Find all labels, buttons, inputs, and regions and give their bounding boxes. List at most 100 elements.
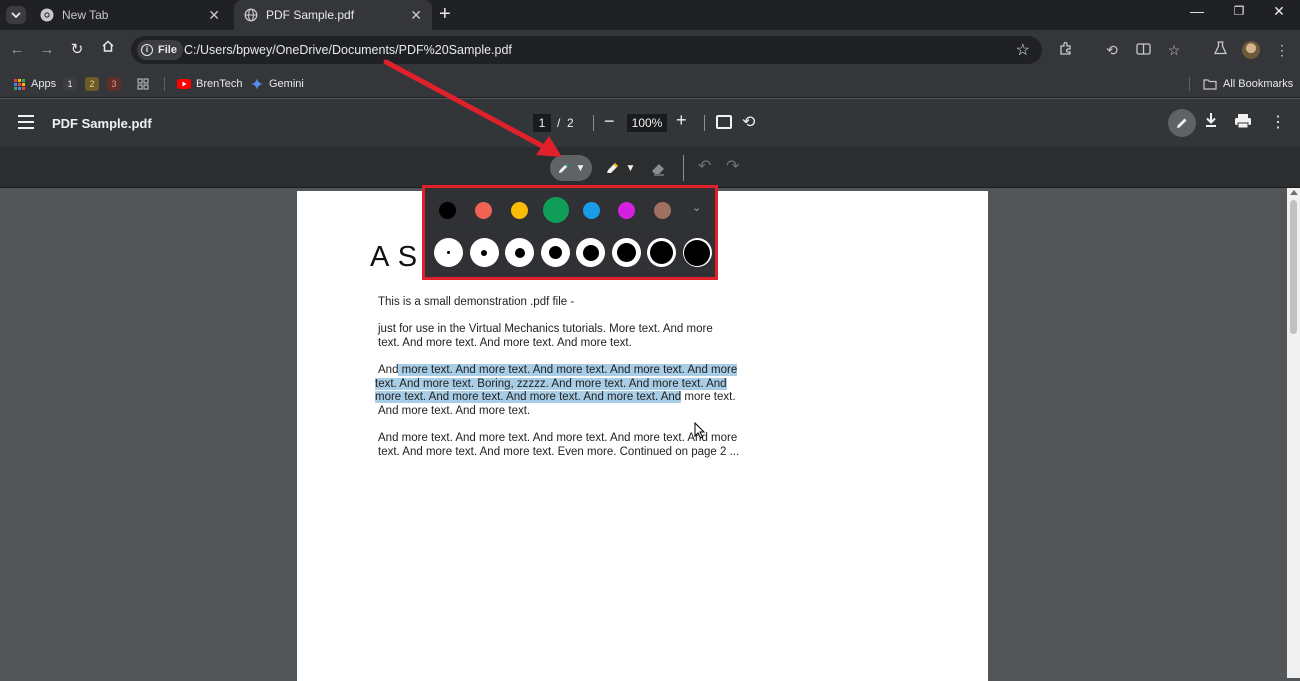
bookmark-gemini[interactable]: Gemini bbox=[251, 75, 304, 93]
scroll-up-arrow-icon[interactable] bbox=[1290, 190, 1298, 195]
stroke-size-dot bbox=[616, 243, 636, 262]
toolbar-divider bbox=[704, 115, 705, 131]
tab-pdf-sample[interactable]: PDF Sample.pdf ✕ bbox=[234, 0, 432, 30]
bookmark-number-badge: 2 bbox=[85, 77, 99, 91]
chevron-down-icon: ▼ bbox=[625, 162, 636, 174]
document-line: text. And more text. And more text. Even… bbox=[378, 446, 740, 458]
pen-tool-button[interactable]: ▼ bbox=[550, 155, 592, 181]
page-separator: / bbox=[557, 116, 561, 130]
zoom-in-icon[interactable]: + bbox=[676, 110, 687, 131]
color-swatch[interactable] bbox=[583, 202, 600, 219]
stroke-size-button[interactable] bbox=[576, 238, 605, 267]
reading-mode-icon[interactable] bbox=[1134, 41, 1152, 59]
favorites-icon[interactable]: ☆ bbox=[1165, 41, 1183, 59]
document-line: And more text. And more text. bbox=[378, 405, 531, 417]
chrome-menu-icon[interactable]: ⋮ bbox=[1273, 41, 1291, 59]
folder-icon bbox=[1203, 79, 1217, 90]
document-heading: A S bbox=[370, 241, 419, 273]
zoom-input[interactable]: 100% bbox=[627, 114, 667, 132]
mouse-cursor-icon bbox=[694, 422, 706, 439]
undo-icon[interactable]: ↶ bbox=[698, 156, 711, 176]
document-line: more text. And more text. And more text.… bbox=[375, 391, 736, 403]
bookmark-1[interactable]: 1 bbox=[63, 75, 77, 93]
all-bookmarks-folder[interactable]: All Bookmarks bbox=[1203, 75, 1293, 93]
zoom-out-icon[interactable]: − bbox=[604, 111, 615, 132]
pencil-icon bbox=[1177, 118, 1187, 128]
avatar[interactable] bbox=[1242, 41, 1260, 59]
chevron-down-icon[interactable]: ⌄ bbox=[692, 201, 701, 214]
chrome-icon bbox=[40, 8, 54, 22]
forward-button[interactable]: → bbox=[37, 40, 57, 60]
redo-icon[interactable]: ↷ bbox=[726, 156, 739, 176]
pen-options-popup: ⌄ bbox=[422, 185, 718, 280]
print-icon[interactable] bbox=[1234, 113, 1252, 129]
color-swatch[interactable] bbox=[511, 202, 528, 219]
highlighter-tool-button[interactable]: ▼ bbox=[603, 156, 637, 180]
reload-button[interactable]: ↻ bbox=[67, 40, 87, 60]
bookmarks-divider bbox=[164, 77, 165, 91]
tab-new-tab[interactable]: New Tab ✕ bbox=[30, 0, 230, 30]
address-bar[interactable]: i File C:/Users/bpwey/OneDrive/Documents… bbox=[131, 36, 1042, 64]
more-actions-icon[interactable]: ⋮ bbox=[1270, 112, 1286, 132]
color-swatch[interactable] bbox=[654, 202, 671, 219]
restore-icon[interactable]: ❐ bbox=[1224, 2, 1254, 20]
bookmark-brentech[interactable]: BrenTech bbox=[177, 75, 242, 93]
chevron-down-icon: ▼ bbox=[575, 162, 586, 174]
window-close-icon[interactable]: ✕ bbox=[1264, 2, 1294, 20]
eraser-icon[interactable] bbox=[649, 159, 667, 177]
tab-title: PDF Sample.pdf bbox=[266, 8, 355, 22]
stroke-size-dot bbox=[548, 246, 562, 259]
color-swatch[interactable] bbox=[543, 197, 569, 223]
tab-title: New Tab bbox=[62, 8, 109, 22]
stroke-size-button[interactable] bbox=[682, 238, 712, 267]
page-number-input[interactable]: 1 bbox=[533, 114, 551, 132]
close-icon[interactable]: ✕ bbox=[208, 7, 220, 23]
color-swatch[interactable] bbox=[475, 202, 492, 219]
grid-icon bbox=[137, 78, 149, 90]
tab-search-button[interactable] bbox=[6, 6, 26, 24]
bookmark-number-badge: 3 bbox=[107, 77, 121, 91]
fit-to-page-icon[interactable] bbox=[716, 115, 732, 129]
rotate-icon[interactable]: ⟲ bbox=[742, 112, 755, 132]
scrollbar[interactable] bbox=[1287, 188, 1300, 678]
bookmark-apps[interactable]: Apps bbox=[14, 75, 56, 93]
stroke-size-button[interactable] bbox=[611, 238, 641, 267]
stroke-size-button[interactable] bbox=[469, 238, 499, 267]
youtube-icon bbox=[177, 79, 191, 89]
new-tab-button[interactable]: + bbox=[439, 3, 451, 25]
tab-strip: New Tab ✕ PDF Sample.pdf ✕ + — ❐ ✕ bbox=[0, 0, 1300, 30]
browser-toolbar: ← → ↻ i File C:/Users/bpwey/OneDrive/Doc… bbox=[0, 30, 1300, 70]
stroke-size-dot bbox=[447, 251, 450, 254]
minimize-icon[interactable]: — bbox=[1182, 2, 1212, 20]
text-segment: And bbox=[378, 364, 399, 376]
bookmark-grid[interactable] bbox=[137, 75, 149, 93]
highlighted-text: more text. And more text. And more text.… bbox=[375, 391, 682, 403]
stroke-size-button[interactable] bbox=[434, 238, 463, 267]
site-info-chip[interactable]: i File bbox=[137, 40, 183, 60]
bookmark-star-icon[interactable]: ☆ bbox=[1016, 40, 1030, 60]
color-swatch[interactable] bbox=[618, 202, 635, 219]
stroke-size-button[interactable] bbox=[540, 238, 570, 267]
toolbar-divider bbox=[593, 115, 594, 131]
stroke-size-button[interactable] bbox=[647, 238, 676, 267]
bookmark-2[interactable]: 2 bbox=[85, 75, 99, 93]
sidebar-menu-icon[interactable] bbox=[18, 115, 34, 129]
document-line: text. And more text. Boring, zzzzz. And … bbox=[375, 378, 727, 390]
close-icon[interactable]: ✕ bbox=[410, 7, 422, 23]
bookmark-3[interactable]: 3 bbox=[107, 75, 121, 93]
history-icon[interactable]: ⟲ bbox=[1103, 41, 1121, 59]
download-icon[interactable] bbox=[1204, 112, 1218, 133]
scrollbar-thumb[interactable] bbox=[1290, 200, 1297, 334]
text-segment: more text. bbox=[681, 391, 736, 403]
gemini-sparkle-icon bbox=[251, 78, 263, 90]
color-swatch[interactable] bbox=[439, 202, 456, 219]
stroke-size-button[interactable] bbox=[505, 238, 534, 267]
extensions-icon[interactable] bbox=[1056, 41, 1074, 59]
home-button[interactable] bbox=[98, 39, 118, 59]
annotate-pencil-button[interactable] bbox=[1168, 109, 1196, 137]
labs-flask-icon[interactable] bbox=[1211, 41, 1229, 59]
back-button[interactable]: ← bbox=[7, 40, 27, 60]
document-line: And more text. And more text. And more t… bbox=[378, 364, 738, 376]
bookmark-label: Apps bbox=[31, 78, 57, 90]
url-text[interactable]: C:/Users/bpwey/OneDrive/Documents/PDF%20… bbox=[184, 43, 512, 57]
